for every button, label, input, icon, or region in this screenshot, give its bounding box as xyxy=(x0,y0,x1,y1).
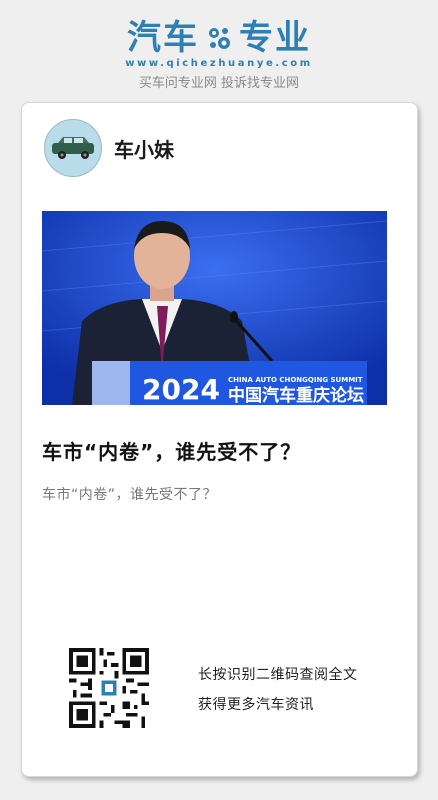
banner-cn: 中国汽车重庆论坛 xyxy=(228,385,364,405)
author-block[interactable]: 车小妹 xyxy=(44,119,174,177)
brand-name-right: 专业 xyxy=(239,18,311,58)
banner-en: CHINA AUTO CHONGQING SUMMIT xyxy=(228,376,363,384)
qr-instruction: 长按识别二维码查阅全文 xyxy=(198,667,358,683)
brand-logo[interactable]: 汽车 专业 xyxy=(0,18,438,58)
site-header: 汽车 专业 www.qichezhuanye.com 买车问专业网 投诉找专业网 xyxy=(0,0,438,100)
article-card[interactable]: 车小妹 2024 CHINA AUTO CHONGQING SUMMIT 中国汽… xyxy=(21,102,418,777)
avatar[interactable] xyxy=(44,119,102,177)
article-summary: 车市“内卷”，谁先受不了？ xyxy=(42,487,218,503)
banner-year: 2024 xyxy=(142,373,220,405)
brand-name-left: 汽车 xyxy=(127,18,199,58)
brand-slogan: 买车问专业网 投诉找专业网 xyxy=(138,76,300,91)
qr-subtext: 获得更多汽车资讯 xyxy=(198,697,314,713)
car-avatar-icon xyxy=(52,137,94,159)
gear-icon xyxy=(209,28,230,49)
article-hero-image[interactable]: 2024 CHINA AUTO CHONGQING SUMMIT 中国汽车重庆论… xyxy=(42,211,387,405)
author-name: 车小妹 xyxy=(114,137,174,162)
speaker-at-podium-photo: 2024 CHINA AUTO CHONGQING SUMMIT 中国汽车重庆论… xyxy=(42,211,387,405)
qr-code-icon[interactable] xyxy=(69,648,149,728)
article-title[interactable]: 车市“内卷”，谁先受不了？ xyxy=(42,436,402,465)
brand-url[interactable]: www.qichezhuanye.com xyxy=(0,58,438,69)
